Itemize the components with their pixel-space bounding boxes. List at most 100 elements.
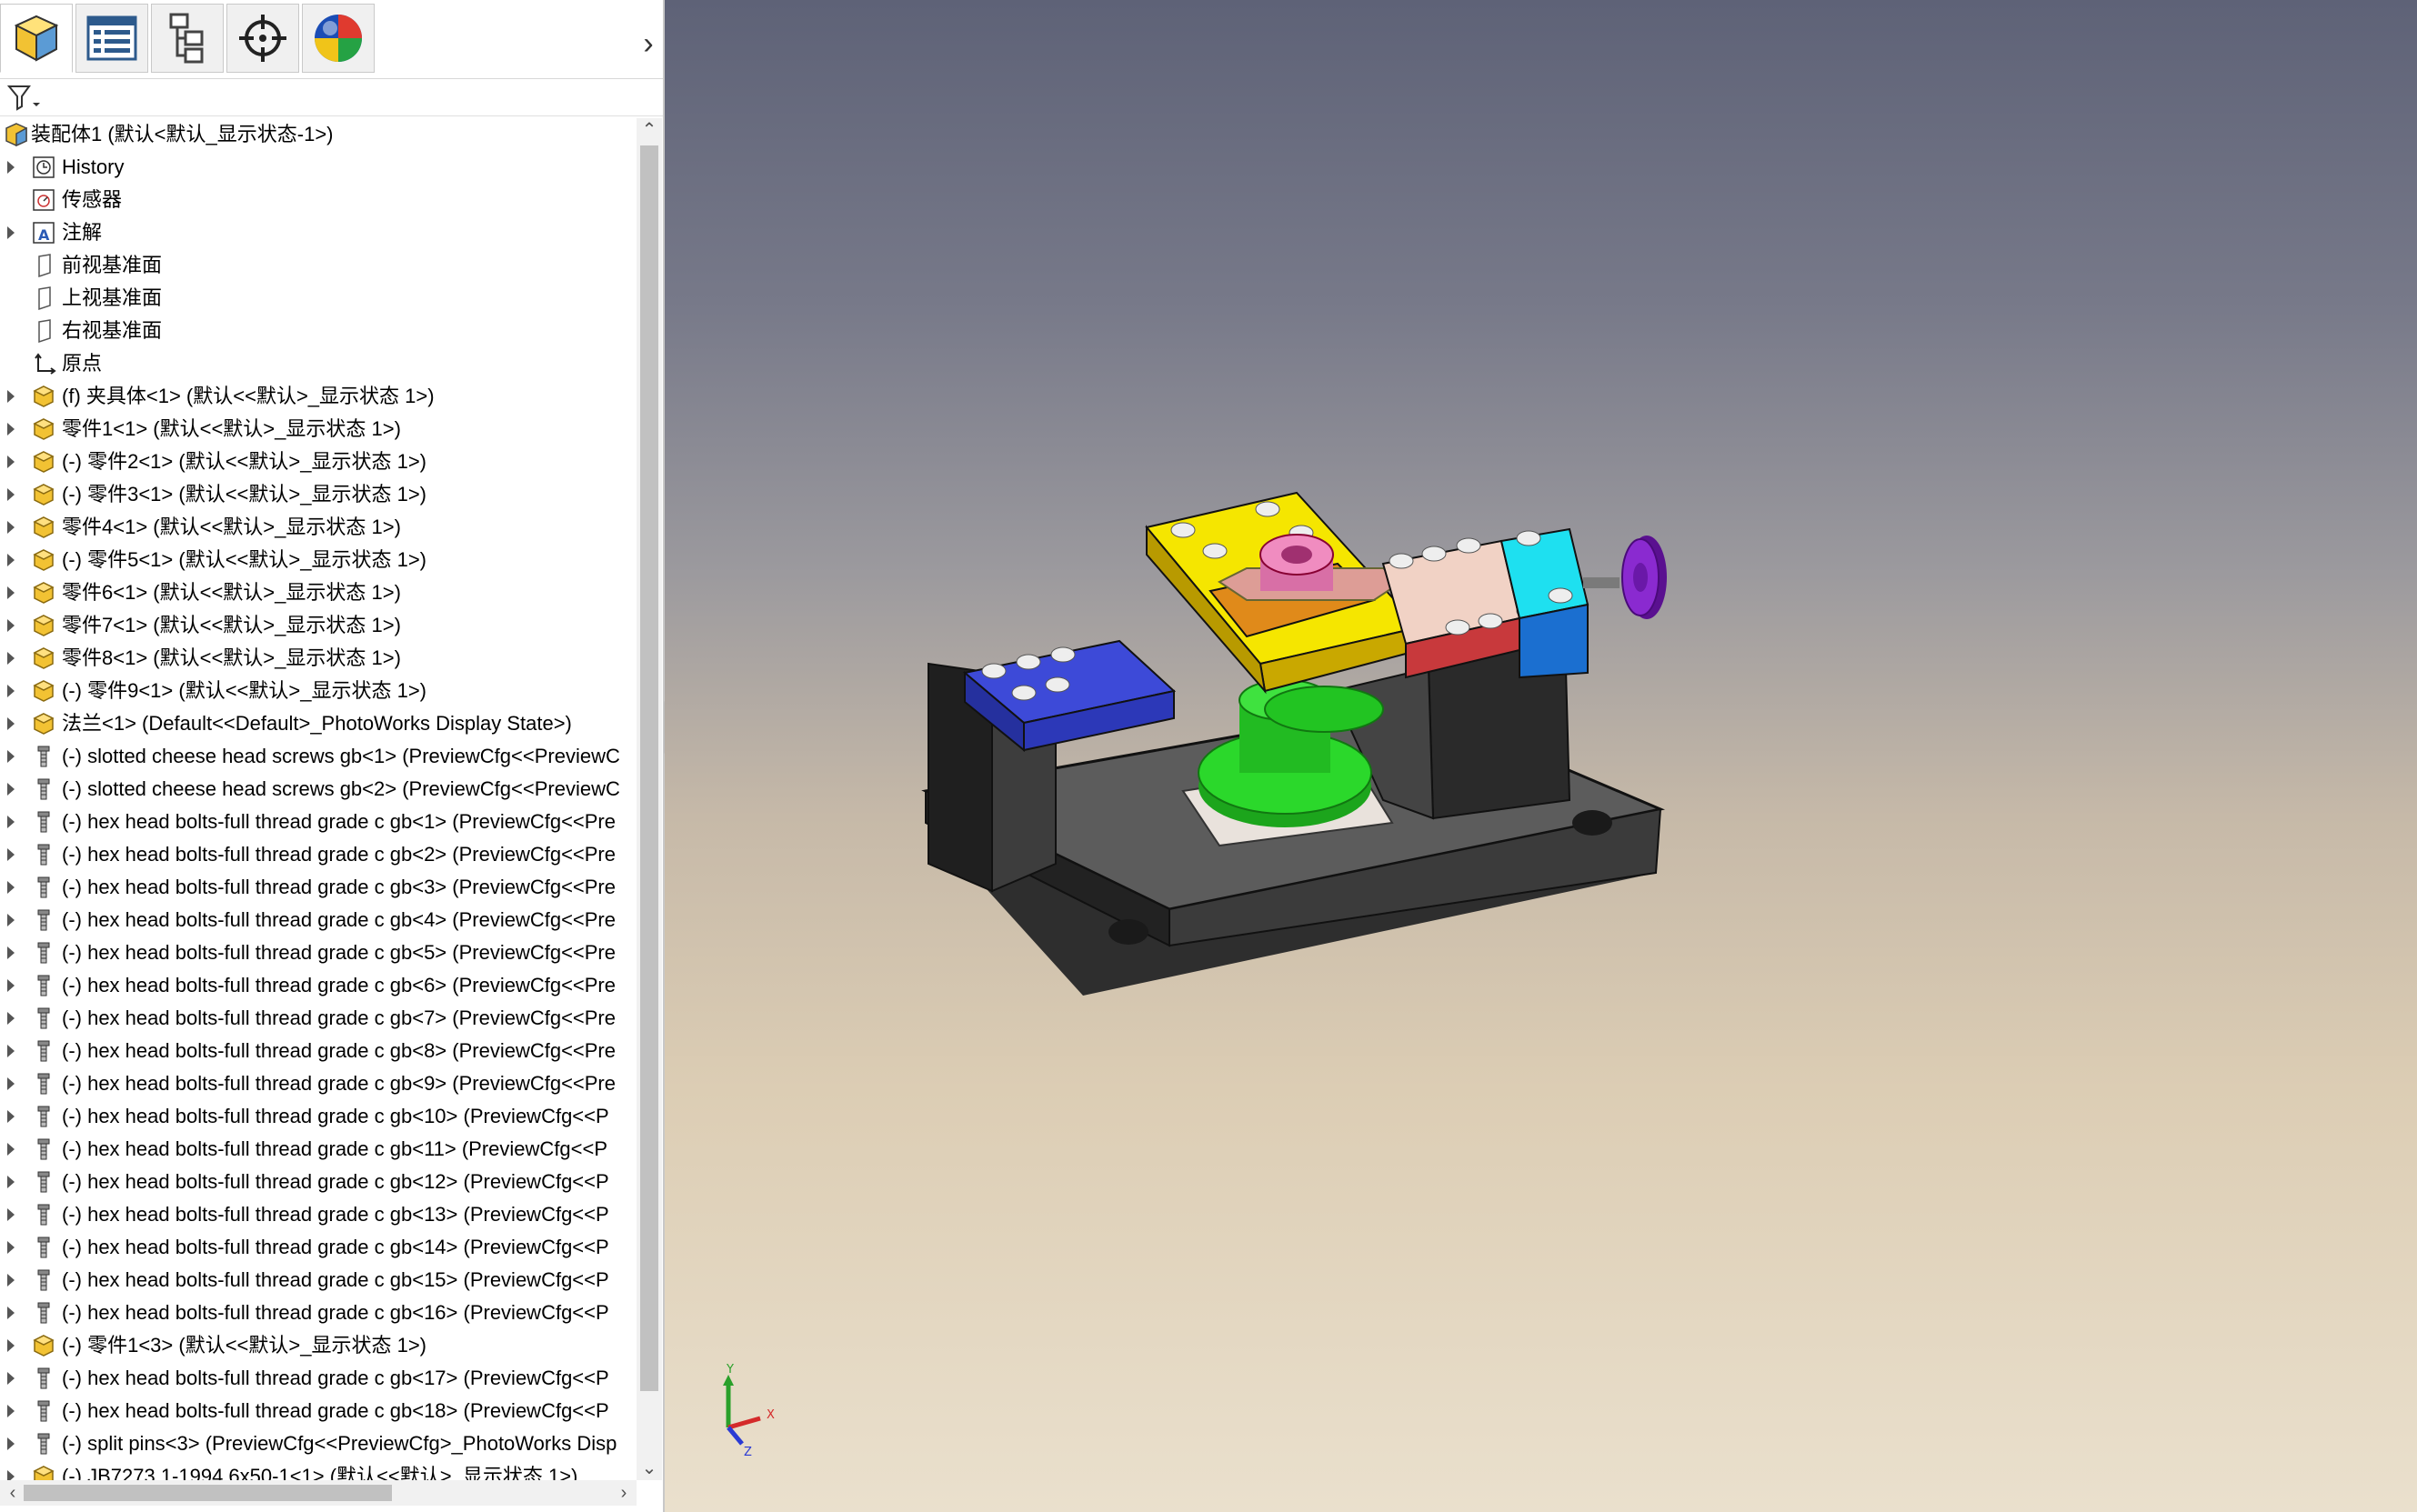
tree-item[interactable]: (-) hex head bolts-full thread grade c g…: [0, 1002, 637, 1035]
tree-item[interactable]: (-) hex head bolts-full thread grade c g…: [0, 1198, 637, 1231]
expand-arrow-icon[interactable]: [7, 456, 15, 468]
expand-arrow-icon[interactable]: [7, 1012, 15, 1025]
tree-item[interactable]: (-) hex head bolts-full thread grade c g…: [0, 1362, 637, 1395]
configuration-manager-tab[interactable]: [151, 4, 224, 73]
expand-arrow-icon[interactable]: [7, 783, 15, 796]
tree-item[interactable]: (-) hex head bolts-full thread grade c g…: [0, 1166, 637, 1198]
expand-arrow-icon[interactable]: [7, 1307, 15, 1319]
dimxpert-tab[interactable]: [226, 4, 299, 73]
expand-arrow-icon[interactable]: [7, 1045, 15, 1057]
tree-item[interactable]: (-) hex head bolts-full thread grade c g…: [0, 806, 637, 838]
feature-manager-tab[interactable]: [0, 4, 73, 73]
tree-item[interactable]: (-) hex head bolts-full thread grade c g…: [0, 936, 637, 969]
expand-arrow-icon[interactable]: [7, 586, 15, 599]
tree-item[interactable]: 零件6<1> (默认<<默认>_显示状态 1>): [0, 576, 637, 609]
tree-item[interactable]: (-) slotted cheese head screws gb<1> (Pr…: [0, 740, 637, 773]
tree-item[interactable]: (-) hex head bolts-full thread grade c g…: [0, 969, 637, 1002]
tree-item[interactable]: (-) hex head bolts-full thread grade c g…: [0, 1297, 637, 1329]
tree-item[interactable]: (-) hex head bolts-full thread grade c g…: [0, 904, 637, 936]
expand-arrow-icon[interactable]: [7, 1241, 15, 1254]
tree-item[interactable]: 零件8<1> (默认<<默认>_显示状态 1>): [0, 642, 637, 675]
expand-arrow-icon[interactable]: [7, 1110, 15, 1123]
expand-arrow-icon[interactable]: [7, 1208, 15, 1221]
scroll-right-icon[interactable]: ›: [611, 1481, 637, 1505]
expand-arrow-icon[interactable]: [7, 946, 15, 959]
tree-item[interactable]: 零件4<1> (默认<<默认>_显示状态 1>): [0, 511, 637, 544]
tree-item[interactable]: History: [0, 151, 637, 184]
tree-item[interactable]: (-) split pins<3> (PreviewCfg<<PreviewCf…: [0, 1427, 637, 1460]
expand-arrow-icon[interactable]: [7, 1143, 15, 1156]
vertical-scroll-thumb[interactable]: [640, 145, 658, 1391]
tree-item[interactable]: 法兰<1> (Default<<Default>_PhotoWorks Disp…: [0, 707, 637, 740]
tree-item-label: (-) hex head bolts-full thread grade c g…: [62, 1137, 608, 1160]
expand-arrow-icon[interactable]: [7, 1405, 15, 1417]
tree-item[interactable]: (-) hex head bolts-full thread grade c g…: [0, 1264, 637, 1297]
tree-item[interactable]: (-) JB7273.1-1994 6x50-1<1> (默认<<默认>_显示状…: [0, 1460, 637, 1480]
expand-arrow-icon[interactable]: [7, 685, 15, 697]
horizontal-scroll-thumb[interactable]: [24, 1485, 392, 1501]
vertical-scrollbar[interactable]: ⌃ ⌄: [637, 118, 662, 1480]
expand-arrow-icon[interactable]: [7, 914, 15, 926]
tree-item[interactable]: (-) hex head bolts-full thread grade c g…: [0, 1067, 637, 1100]
expand-arrow-icon[interactable]: [7, 161, 15, 174]
expand-arrow-icon[interactable]: [7, 1077, 15, 1090]
assembly-model-render[interactable]: [665, 0, 2417, 1512]
tree-item[interactable]: (-) hex head bolts-full thread grade c g…: [0, 1133, 637, 1166]
expand-arrow-icon[interactable]: [7, 390, 15, 403]
expand-arrow-icon[interactable]: [7, 1372, 15, 1385]
tree-item[interactable]: (-) 零件3<1> (默认<<默认>_显示状态 1>): [0, 478, 637, 511]
tree-item[interactable]: 前视基准面: [0, 249, 637, 282]
tree-item[interactable]: (-) 零件1<3> (默认<<默认>_显示状态 1>): [0, 1329, 637, 1362]
purple-hand-knob[interactable]: [1583, 536, 1667, 619]
tree-item[interactable]: 原点: [0, 347, 637, 380]
scroll-left-icon[interactable]: ‹: [0, 1481, 25, 1505]
expand-arrow-icon[interactable]: [7, 848, 15, 861]
expand-arrow-icon[interactable]: [7, 488, 15, 501]
tree-item[interactable]: 上视基准面: [0, 282, 637, 315]
filter-icon[interactable]: [5, 81, 42, 114]
display-manager-tab[interactable]: [302, 4, 375, 73]
scroll-down-icon[interactable]: ⌄: [637, 1457, 662, 1480]
tree-root-assembly[interactable]: 装配体1 (默认<默认_显示状态-1>): [0, 118, 637, 151]
part-icon: [33, 680, 55, 702]
tree-item[interactable]: (f) 夹具体<1> (默认<<默认>_显示状态 1>): [0, 380, 637, 413]
tree-item[interactable]: (-) hex head bolts-full thread grade c g…: [0, 1035, 637, 1067]
tree-item[interactable]: 右视基准面: [0, 315, 637, 347]
expand-arrow-icon[interactable]: [7, 226, 15, 239]
green-flange[interactable]: [1181, 679, 1394, 847]
expand-arrow-icon[interactable]: [7, 1470, 15, 1480]
property-manager-tab[interactable]: [75, 4, 148, 73]
tree-item[interactable]: (-) hex head bolts-full thread grade c g…: [0, 1231, 637, 1264]
tree-item[interactable]: (-) hex head bolts-full thread grade c g…: [0, 838, 637, 871]
expand-arrow-icon[interactable]: [7, 554, 15, 566]
expand-arrow-icon[interactable]: [7, 717, 15, 730]
scroll-up-icon[interactable]: ⌃: [637, 118, 662, 142]
expand-arrow-icon[interactable]: [7, 750, 15, 763]
expand-arrow-icon[interactable]: [7, 1176, 15, 1188]
tree-item[interactable]: (-) 零件2<1> (默认<<默认>_显示状态 1>): [0, 446, 637, 478]
expand-arrow-icon[interactable]: [7, 619, 15, 632]
feature-manager-panel: › 装配体1 (默认<默认_显示状态-1>) History 传感器 A 注解 前视基准…: [0, 0, 665, 1512]
expand-arrow-icon[interactable]: [7, 979, 15, 992]
tree-item[interactable]: 零件1<1> (默认<<默认>_显示状态 1>): [0, 413, 637, 446]
expand-arrow-icon[interactable]: [7, 423, 15, 436]
tree-item[interactable]: (-) hex head bolts-full thread grade c g…: [0, 871, 637, 904]
tree-item[interactable]: (-) slotted cheese head screws gb<2> (Pr…: [0, 773, 637, 806]
tree-item[interactable]: (-) 零件9<1> (默认<<默认>_显示状态 1>): [0, 675, 637, 707]
tree-item[interactable]: 传感器: [0, 184, 637, 216]
tree-item[interactable]: A 注解: [0, 216, 637, 249]
tree-item[interactable]: (-) hex head bolts-full thread grade c g…: [0, 1395, 637, 1427]
expand-arrow-icon[interactable]: [7, 816, 15, 828]
tree-item[interactable]: 零件7<1> (默认<<默认>_显示状态 1>): [0, 609, 637, 642]
expand-arrow-icon[interactable]: [7, 652, 15, 665]
expand-arrow-icon[interactable]: [7, 881, 15, 894]
expand-arrow-icon[interactable]: [7, 1437, 15, 1450]
expand-arrow-icon[interactable]: [7, 1274, 15, 1287]
expand-arrow-icon[interactable]: [7, 521, 15, 534]
tree-item[interactable]: (-) hex head bolts-full thread grade c g…: [0, 1100, 637, 1133]
graphics-viewport[interactable]: Y X Z: [665, 0, 2417, 1512]
horizontal-scrollbar[interactable]: ‹ ›: [0, 1480, 637, 1506]
tree-item[interactable]: (-) 零件5<1> (默认<<默认>_显示状态 1>): [0, 544, 637, 576]
chevron-right-icon[interactable]: ›: [635, 25, 662, 62]
expand-arrow-icon[interactable]: [7, 1339, 15, 1352]
